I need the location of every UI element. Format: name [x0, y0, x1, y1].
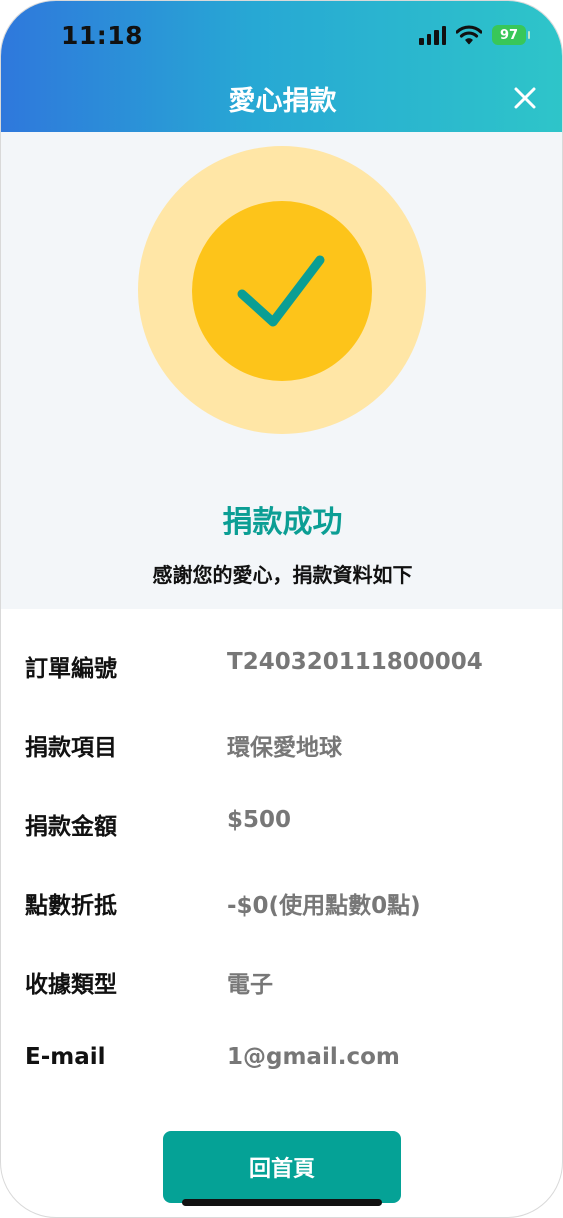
battery-level: 97: [499, 27, 519, 43]
detail-row-donation-amount: 捐款金額 $500: [1, 807, 562, 867]
home-button[interactable]: 回首頁: [163, 1131, 401, 1203]
result-panel: 捐款成功 感謝您的愛心，捐款資料如下: [1, 132, 562, 609]
success-title: 捐款成功: [222, 505, 343, 540]
detail-row-donation-item: 捐款項目 環保愛地球: [1, 728, 562, 788]
wifi-icon: [456, 25, 482, 45]
detail-label: 捐款項目: [25, 735, 117, 761]
page-title: 愛心捐款: [228, 86, 337, 117]
checkmark-icon: [237, 255, 325, 327]
detail-row-points-discount: 點數折抵 -$0(使用點數0點): [1, 886, 562, 946]
detail-row-order-number: 訂單編號 T240320111800004: [1, 649, 562, 709]
detail-value: -$0(使用點數0點): [227, 893, 421, 919]
success-subtitle: 感謝您的愛心，捐款資料如下: [152, 563, 413, 587]
detail-value: 環保愛地球: [227, 735, 342, 761]
detail-value: T240320111800004: [227, 649, 483, 675]
app-header: 11:18 97 愛心捐款: [1, 1, 562, 132]
detail-value: $500: [227, 807, 292, 833]
detail-label: 訂單編號: [25, 656, 117, 682]
detail-row-email: E-mail 1@gmail.com: [1, 1044, 562, 1104]
close-icon[interactable]: [510, 83, 540, 113]
home-indicator: [182, 1199, 382, 1206]
detail-label: 點數折抵: [25, 893, 117, 919]
detail-label: 收據類型: [25, 972, 117, 998]
detail-label: 捐款金額: [25, 814, 117, 840]
status-icons: 97: [419, 25, 530, 45]
detail-label: E-mail: [25, 1044, 106, 1070]
status-time: 11:18: [61, 21, 144, 50]
battery-icon: 97: [492, 25, 530, 45]
detail-value: 1@gmail.com: [227, 1044, 400, 1070]
signal-icon: [419, 25, 446, 45]
detail-value: 電子: [227, 972, 273, 998]
phone-screen: 11:18 97 愛心捐款 捐款成功 感謝您的愛心，捐款資料如下 訂單編號 T2…: [0, 0, 563, 1218]
detail-row-receipt-type: 收據類型 電子: [1, 965, 562, 1025]
